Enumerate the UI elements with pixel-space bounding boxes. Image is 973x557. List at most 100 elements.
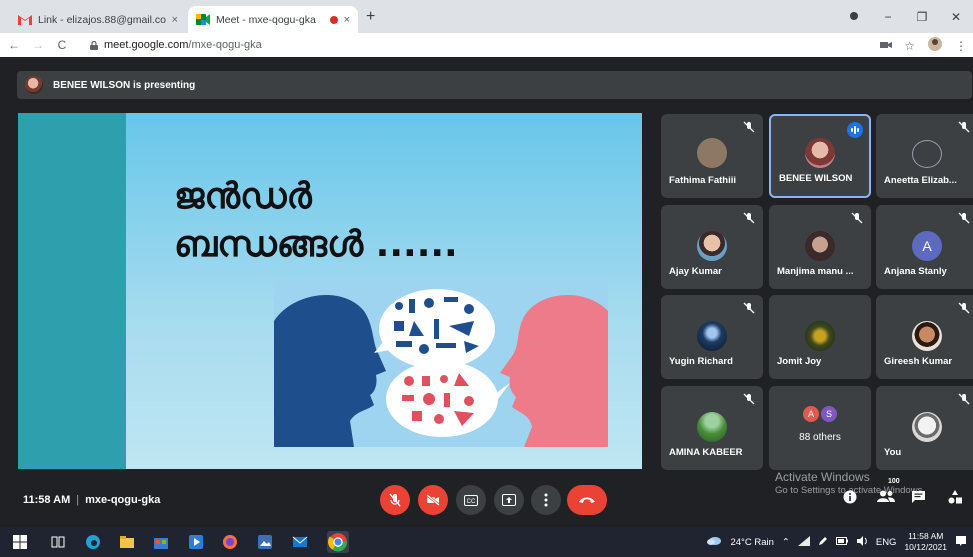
people-icon (877, 490, 895, 502)
participant-avatar (697, 138, 727, 168)
mic-off-icon (743, 392, 755, 405)
battery-icon[interactable] (835, 536, 848, 548)
minimize-button[interactable]: − (871, 10, 905, 24)
camera-off-icon (426, 494, 440, 506)
others-avatar-s: S (821, 406, 837, 422)
tab-gmail[interactable]: Link - elizajos.88@gmail.com - G × (10, 6, 186, 33)
others-count: 88 others (799, 432, 841, 443)
presenting-banner: BENEE WILSON is presenting (17, 71, 972, 99)
participant-count-badge: 100 (888, 478, 900, 485)
participant-name: Yugin Richard (669, 356, 733, 367)
present-now-button[interactable] (494, 485, 524, 515)
info-icon (843, 490, 857, 504)
task-view-icon[interactable] (50, 534, 66, 550)
participant-tile[interactable]: BENEE WILSON (769, 114, 871, 198)
recording-indicator-icon (329, 15, 338, 24)
present-icon (502, 494, 516, 506)
participant-avatar (697, 231, 727, 261)
firefox-icon[interactable] (222, 534, 238, 550)
leave-call-button[interactable] (567, 485, 607, 515)
camera-icon[interactable] (880, 39, 893, 53)
edge-icon[interactable] (85, 534, 101, 550)
address-bar[interactable]: meet.google.com /mxe-qogu-gka (84, 35, 904, 55)
participant-name: AMINA KABEER (669, 447, 743, 458)
clock-time: 11:58 AM (908, 531, 944, 541)
weather-text[interactable]: 24°C Rain (730, 537, 773, 548)
mic-off-icon (851, 211, 863, 224)
chevron-up-icon[interactable]: ⌃ (782, 537, 790, 548)
network-icon[interactable] (797, 535, 810, 549)
store-icon[interactable] (153, 534, 169, 550)
others-avatar-a: A (803, 406, 819, 422)
broken-image-icon (912, 140, 942, 168)
participant-tile[interactable]: Manjima manu ... (769, 205, 871, 289)
close-window-button[interactable]: ✕ (939, 10, 973, 24)
media-player-icon[interactable] (188, 534, 204, 550)
participant-tile[interactable]: Yugin Richard (661, 295, 763, 379)
meet-icon (196, 14, 210, 25)
file-explorer-icon[interactable] (119, 534, 135, 550)
mic-off-icon (743, 120, 755, 133)
participant-tile[interactable]: Ajay Kumar (661, 205, 763, 289)
profile-avatar[interactable] (927, 36, 943, 55)
camera-toggle-button[interactable] (418, 485, 448, 515)
participant-avatar (912, 412, 942, 442)
activities-button[interactable] (948, 490, 962, 504)
chat-button[interactable] (911, 490, 926, 504)
participant-tile[interactable]: Aneetta Elizab... (876, 114, 973, 198)
phone-hangup-icon (579, 497, 595, 503)
participant-tile[interactable]: Jomit Joy (769, 295, 871, 379)
mic-off-icon (958, 392, 970, 405)
new-tab-button[interactable]: + (366, 8, 375, 26)
tab-close-button[interactable]: × (172, 14, 178, 26)
slide-heading: ജൻഡർ ബന്ധങ്ങൾ ...... (174, 176, 458, 265)
input-language[interactable]: ENG (876, 537, 897, 548)
photos-icon[interactable] (257, 534, 273, 550)
participant-name: Manjima manu ... (777, 266, 854, 277)
others-tile[interactable]: A S 88 others (769, 386, 871, 470)
presentation-slide: ജൻഡർ ബന്ധങ്ങൾ ...... (18, 113, 642, 469)
meeting-info: 11:58 AM | mxe-qogu-gka (23, 494, 160, 506)
participant-tile[interactable]: A Anjana Stanly (876, 205, 973, 289)
bookmark-star-icon[interactable]: ☆ (904, 39, 915, 53)
windows-start-icon[interactable] (12, 534, 28, 550)
mail-icon[interactable] (292, 534, 308, 550)
meeting-details-button[interactable] (843, 490, 857, 504)
svg-text:CC: CC (467, 499, 476, 505)
mic-off-icon (958, 301, 970, 314)
participant-tile[interactable]: AMINA KABEER (661, 386, 763, 470)
mic-off-icon (389, 493, 401, 507)
profile-dot-icon[interactable] (837, 10, 871, 24)
weather-icon[interactable] (706, 535, 722, 550)
reload-button[interactable]: C (52, 38, 72, 52)
pen-icon[interactable] (818, 536, 828, 549)
kebab-icon (544, 493, 548, 507)
tab-meet[interactable]: Meet - mxe-qogu-gka × (188, 6, 358, 33)
tab-title: Meet - mxe-qogu-gka (216, 13, 316, 26)
more-options-button[interactable] (531, 485, 561, 515)
taskbar-clock[interactable]: 11:58 AM 10/12/2021 (904, 531, 947, 553)
forward-button[interactable]: → (28, 38, 48, 52)
participant-avatar (697, 321, 727, 351)
mic-off-icon (743, 301, 755, 314)
participant-name: BENEE WILSON (779, 173, 853, 184)
mic-off-icon (958, 211, 970, 224)
participant-initial-avatar: A (912, 231, 942, 261)
participant-tile[interactable]: Gireesh Kumar (876, 295, 973, 379)
separator: | (76, 494, 80, 506)
captions-button[interactable]: CC (456, 485, 486, 515)
self-tile[interactable]: You (876, 386, 973, 470)
volume-icon[interactable] (856, 535, 868, 549)
presenting-text: BENEE WILSON is presenting (53, 79, 196, 91)
back-button[interactable]: ← (4, 38, 24, 52)
tab-close-button[interactable]: × (344, 14, 350, 26)
participant-name: Ajay Kumar (669, 266, 722, 277)
lock-icon (90, 40, 98, 50)
menu-kebab-icon[interactable]: ⋮ (955, 39, 967, 53)
participant-tile[interactable]: Fathima Fathiii (661, 114, 763, 198)
people-button[interactable] (877, 490, 895, 502)
mic-toggle-button[interactable] (380, 485, 410, 515)
maximize-button[interactable]: ❐ (905, 10, 939, 24)
notification-icon[interactable] (955, 535, 967, 550)
chrome-icon[interactable] (327, 531, 349, 553)
